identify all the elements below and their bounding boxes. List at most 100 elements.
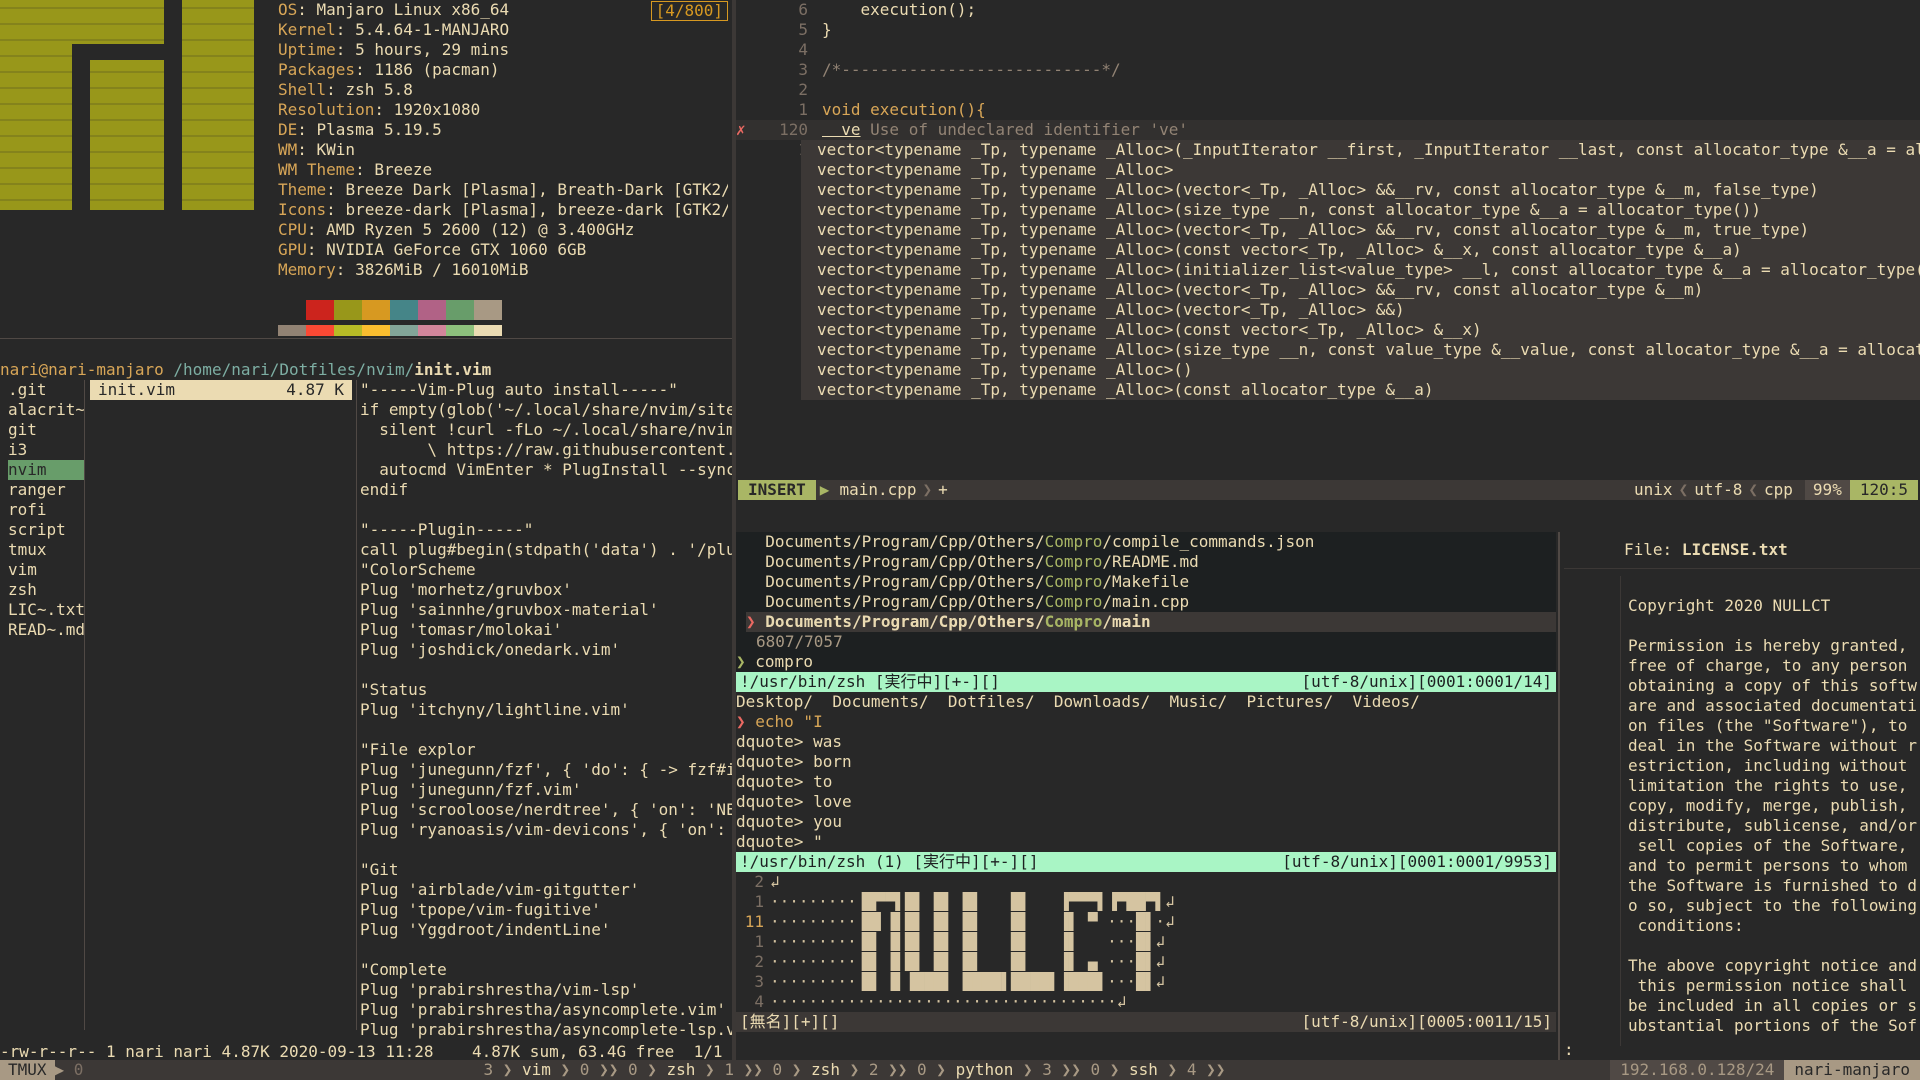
tmux-statusbar: TMUX ▶ 0 3 ❯ vim ❯ 0 ❯❯ 0 ❯ zsh ❯ 1 ❯❯ 0… [0,1060,1920,1080]
ranger-entry[interactable]: .git [8,380,84,400]
license-line: be included in all copies or s [1628,996,1917,1015]
separator-icon: ▶ [819,480,830,499]
separator-icon: ▶ [54,1060,74,1079]
info-value: AMD Ryzen 5 2600 (12) @ 3.400GHz [326,220,635,239]
completion-item[interactable]: vector<typename _Tp, typename _Alloc>(co… [801,320,1920,340]
info-value: 5 hours, 29 mins [355,40,510,59]
ascii-line: 4 ····································↲ [736,992,1556,1012]
ranger-entry[interactable]: LIC~.txt [8,600,84,620]
fzf-result-item[interactable]: ❯ Documents/Program/Cpp/Others/Compro/ma… [746,612,1556,632]
fzf-result-item[interactable]: Documents/Program/Cpp/Others/Compro/comp… [746,532,1556,552]
path-prefix: Documents/Program/Cpp/Others/ [765,592,1045,611]
editor-buffer[interactable]: 6 execution(); 5} 4 3 /*-----------------… [736,0,1920,160]
hostname: nari-manjaro [1784,1060,1920,1080]
license-line: limitation the rights to use, [1628,776,1908,795]
pager-prompt[interactable]: : [1564,1040,1574,1060]
cursor-position: 120:5 [1849,480,1918,500]
ranger-entry[interactable]: i3 [8,440,84,460]
window-index: 4 [1186,1060,1197,1079]
license-line: obtaining a copy of this softw [1628,676,1917,695]
terminal-pane[interactable]: Documents/Program/Cpp/Others/Compro/comp… [736,532,1556,1062]
line-number: 1 [754,892,764,911]
tmux-label: TMUX [0,1060,55,1080]
neofetch-pane: OS: Manjaro Linux x86_64 Kernel: 5.4.64-1… [0,0,732,336]
completion-item[interactable]: vector<typename _Tp, typename _Alloc>(si… [801,200,1920,220]
ranger-dir[interactable]: /home/nari/Dotfiles/nvim/ [173,360,414,379]
completion-item[interactable]: vector<typename _Tp, typename _Alloc>(co… [801,380,1920,400]
color-swatch [278,300,306,320]
ascii-art-buffer[interactable]: 2 ↲ 1 ·········▐█▀▀▌█▌ █▌ █▌ █▌ ▐▀▀▀▌▐▀██▀▌… [736,872,1556,1012]
ranger-entry[interactable]: ranger [8,480,84,500]
info-key: OS [278,0,298,19]
preview-line: Plug 'junegunn/fzf.vim' [360,780,582,799]
ranger-entry[interactable]: git [8,420,84,440]
info-value: Manjaro Linux x86_64 [316,0,510,19]
echo-command[interactable]: ❯ echo "I [736,712,1556,732]
path-suffix: /README.md [1102,552,1199,571]
fzf-result-item[interactable]: Documents/Program/Cpp/Others/Compro/main… [746,592,1556,612]
fzf-results[interactable]: Documents/Program/Cpp/Others/Compro/comp… [736,532,1556,632]
info-value: 1186 (pacman) [374,60,500,79]
ranger-entry[interactable]: nvim [8,460,84,480]
completion-item[interactable]: vector<typename _Tp, typename _Alloc>(in… [801,260,1920,280]
completion-item[interactable]: vector<typename _Tp, typename _Alloc> [801,160,1920,180]
window-index: 1 [724,1060,734,1079]
error-sign-icon: ✗ [736,120,746,139]
ranger-entry[interactable]: script [8,520,84,540]
completion-item[interactable]: vector<typename _Tp, typename _Alloc>(co… [801,240,1920,260]
tmux-window-tab[interactable]: 3 ❯ vim ❯ 0 ❯❯ [483,1060,628,1079]
ranger-entry[interactable]: rofi [8,500,84,520]
tmux-window-tab[interactable]: 0 ❯ zsh ❯ 2 ❯❯ [773,1060,918,1079]
tmux-window-tab[interactable]: 0 ❯ python ❯ 3 ❯❯ [917,1060,1090,1079]
license-line: estriction, including without [1628,756,1908,775]
preview-line: silent !curl -fLo ~/.local/share/nvim/s [360,420,732,439]
path-suffix: /main.cpp [1102,592,1190,611]
license-line: distribute, sublicense, and/or [1628,816,1917,835]
buffer-status-bar: [無名][+][] [utf-8/unix][0005:0011/15] [736,1012,1556,1032]
completion-item[interactable]: vector<typename _Tp, typename _Alloc>(ve… [801,180,1920,200]
info-value: Plasma 5.19.5 [316,120,442,139]
line-number: 2 [754,952,764,971]
ranger-entry[interactable]: zsh [8,580,84,600]
tmux-window-tab[interactable]: 0 ❯ zsh ❯ 1 ❯❯ [628,1060,773,1079]
completion-popup[interactable]: vector<typename _Tp, typename _Alloc>(_I… [801,140,1920,400]
terminal-status-bar: !/usr/bin/zsh [実行中][+-][] [utf-8/unix][00… [736,672,1556,692]
info-row: Packages: 1186 (pacman) [278,60,500,79]
fzf-result-item[interactable]: Documents/Program/Cpp/Others/Compro/Make… [746,572,1556,592]
completion-item[interactable]: vector<typename _Tp, typename _Alloc>(ve… [801,300,1920,320]
ranger-entry[interactable]: READ~.md [8,620,84,640]
ascii-line: 11 ·········▐█▌▐▌█▌ █▌ █▌ █▌ ▐▌ ▀ ···█▌·↲ [736,912,1556,932]
completion-item[interactable]: vector<typename _Tp, typename _Alloc>(ve… [801,280,1920,300]
path-prefix: Documents/Program/Cpp/Others/ [765,552,1045,571]
color-swatch [278,325,306,336]
fzf-prompt[interactable]: ❯ compro [736,652,1556,672]
line-number: 11 [744,912,764,931]
window-name: python [955,1060,1014,1079]
preview-line: "File explor [360,740,476,759]
ascii-text: ·········▐█ ▐▌█▌ █▌ █▌ █▌ ▐▌ ···█▌↲ [770,932,1165,951]
path-match: Compro [1044,552,1103,571]
dquote-text: born [813,752,852,771]
ascii-text: ·········▐█ ▐▌█▌ █▌ █▌ █▌ ▐▌ ▄ ···█▌↲ [770,952,1165,971]
color-swatch [390,325,418,336]
completion-item[interactable]: vector<typename _Tp, typename _Alloc>() [801,360,1920,380]
ranger-entry[interactable]: tmux [8,540,84,560]
info-row: Theme: Breeze Dark [Plasma], Breath-Dark… [278,180,728,200]
line-number: 4 [754,992,764,1011]
ranger-entry[interactable]: alacrit~ [8,400,84,420]
preview-line: endif [360,480,409,499]
line-text: void execution(){ [822,100,986,119]
window-pane-count: 0 [627,1060,638,1079]
info-key: DE [278,120,298,139]
fzf-result-item[interactable]: Documents/Program/Cpp/Others/Compro/READ… [746,552,1556,572]
ranger-file[interactable]: init.vim [414,360,491,379]
tmux-window-tab[interactable]: 0 ❯ ssh ❯ 4 ❯❯ [1090,1060,1235,1079]
fzf-query[interactable]: compro [755,652,813,671]
ranger-entry[interactable]: vim [8,560,84,580]
ranger-file-entry[interactable]: init.vim 4.87 K [90,380,352,400]
path-match: Compro [1044,612,1103,631]
completion-item[interactable]: vector<typename _Tp, typename _Alloc>(_I… [801,140,1920,160]
error-sign-icon [736,80,748,100]
completion-item[interactable]: vector<typename _Tp, typename _Alloc>(si… [801,340,1920,360]
completion-item[interactable]: vector<typename _Tp, typename _Alloc>(ve… [801,220,1920,240]
